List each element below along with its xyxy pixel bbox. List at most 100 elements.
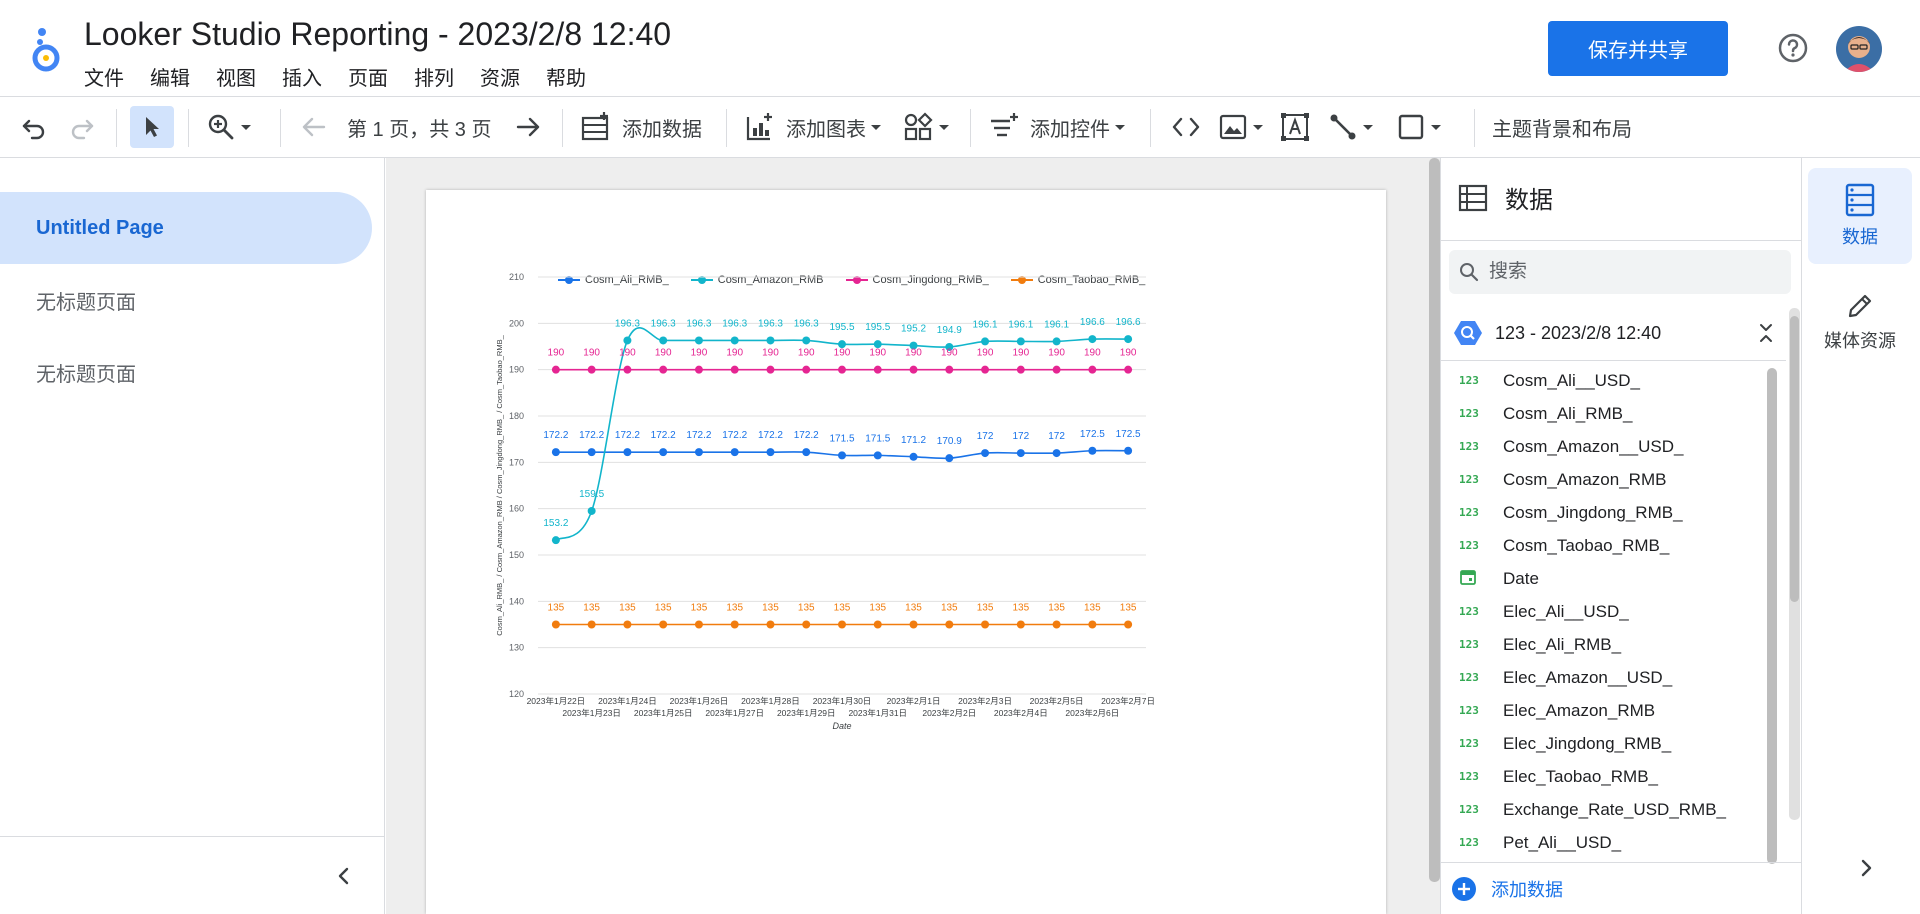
- data-label: 195.2: [901, 324, 926, 335]
- add-data-toolbar-label: 添加数据: [622, 118, 702, 141]
- canvas-vertical-scrollbar[interactable]: [1429, 158, 1440, 882]
- data-point: [802, 620, 811, 629]
- insert-line-button[interactable]: [1328, 97, 1378, 157]
- x-axis-title: Date: [832, 721, 851, 731]
- data-label: 135: [762, 603, 779, 614]
- menu-insert[interactable]: 插入: [282, 62, 322, 91]
- menu-edit[interactable]: 编辑: [150, 62, 190, 91]
- theme-and-layout-button[interactable]: 主题背景和布局: [1492, 97, 1632, 157]
- field-search-box[interactable]: [1449, 250, 1791, 294]
- rail-media-button[interactable]: 媒体资源: [1808, 274, 1912, 370]
- data-panel-scrollbar-thumb[interactable]: [1790, 316, 1799, 602]
- menu-page[interactable]: 页面: [348, 62, 388, 91]
- embed-url-button[interactable]: [1170, 97, 1202, 157]
- field-item[interactable]: 123 Cosm_Ali_RMB_: [1441, 397, 1771, 430]
- canvas-scrollbar-thumb[interactable]: [1429, 158, 1440, 882]
- data-point: [838, 365, 846, 374]
- insert-image-button[interactable]: [1218, 97, 1268, 157]
- expand-panel-chevron-right-icon[interactable]: [1854, 856, 1878, 880]
- data-label: 190: [941, 348, 958, 359]
- time-series-chart[interactable]: 120 130 140 150 160 170 180 190 200 210 2023年1月22日…: [426, 190, 1386, 914]
- data-point: [587, 365, 596, 374]
- y-tick-label: 170: [509, 457, 524, 467]
- menu-view[interactable]: 视图: [216, 62, 256, 91]
- community-visualizations-button[interactable]: [902, 97, 954, 157]
- data-point: [838, 620, 846, 629]
- field-item[interactable]: 123 Cosm_Amazon__USD_: [1441, 430, 1771, 463]
- insert-shape-button[interactable]: [1396, 97, 1446, 157]
- page-item-1[interactable]: Untitled Page: [0, 192, 372, 264]
- insert-text-button[interactable]: [1280, 97, 1310, 157]
- field-item[interactable]: 123 Elec_Ali_RMB_: [1441, 628, 1771, 661]
- user-avatar[interactable]: [1836, 26, 1882, 72]
- field-item[interactable]: 123 Exchange_Rate_USD_RMB_: [1441, 793, 1771, 826]
- collapse-panel-chevron-left-icon[interactable]: [332, 864, 356, 888]
- data-point: [766, 336, 775, 345]
- menu-resource[interactable]: 资源: [480, 62, 520, 91]
- avatar-image-icon: [1836, 26, 1882, 72]
- data-point: [730, 448, 739, 457]
- rail-data-button[interactable]: 数据: [1808, 168, 1912, 264]
- data-label: 196.3: [686, 318, 711, 329]
- add-data-panel-button[interactable]: 添加数据: [1441, 862, 1801, 914]
- add-chart-button[interactable]: 添加图表: [744, 97, 886, 157]
- page-item-3[interactable]: 无标题页面: [0, 336, 372, 408]
- data-point: [1124, 446, 1133, 455]
- data-label: 172.2: [722, 430, 747, 441]
- data-label: 196.3: [758, 318, 783, 329]
- zoom-button[interactable]: [206, 97, 256, 157]
- data-point: [981, 365, 990, 374]
- data-label: 172.5: [1080, 429, 1105, 440]
- menu-arrange[interactable]: 排列: [414, 62, 454, 91]
- dropdown-caret-icon: [939, 125, 949, 130]
- arrow-left-icon: [302, 117, 326, 137]
- save-and-share-button[interactable]: 保存并共享: [1548, 21, 1728, 76]
- collapse-source-icon[interactable]: [1755, 322, 1777, 344]
- y-tick-label: 160: [509, 504, 524, 514]
- field-item[interactable]: 123 Elec_Jingdong_RMB_: [1441, 727, 1771, 760]
- field-item[interactable]: Date: [1441, 562, 1771, 595]
- field-item[interactable]: 123 Pet_Ali__USD_: [1441, 826, 1771, 859]
- x-tick-label: 2023年2月2日: [922, 708, 976, 718]
- field-item[interactable]: 123 Cosm_Taobao_RMB_: [1441, 529, 1771, 562]
- data-label: 190: [726, 348, 743, 359]
- field-name: Elec_Ali__USD_: [1503, 601, 1629, 621]
- data-label: 171.5: [865, 433, 890, 444]
- add-chart-icon: [746, 113, 772, 141]
- previous-page-button[interactable]: [300, 97, 328, 157]
- next-page-button[interactable]: [514, 97, 542, 157]
- menu-file[interactable]: 文件: [84, 62, 124, 91]
- data-point: [1088, 365, 1097, 374]
- add-data-toolbar-button[interactable]: 添加数据: [580, 97, 702, 157]
- menu-help[interactable]: 帮助: [546, 62, 586, 91]
- report-page[interactable]: Cosm_Ali_RMB_ Cosm_Amazon_RMB Cosm_Jingd…: [426, 190, 1386, 914]
- redo-icon: [71, 119, 94, 140]
- data-panel-scrollbar[interactable]: [1789, 308, 1800, 820]
- field-list-scrollbar[interactable]: [1767, 368, 1777, 864]
- field-name: Cosm_Taobao_RMB_: [1503, 535, 1670, 555]
- data-label: 135: [1012, 603, 1029, 614]
- field-item[interactable]: 123 Elec_Amazon__USD_: [1441, 661, 1771, 694]
- field-item[interactable]: 123 Cosm_Amazon_RMB: [1441, 463, 1771, 496]
- x-tick-label: 2023年1月31日: [848, 708, 907, 718]
- data-source-header[interactable]: 123 - 2023/2/8 12:40: [1453, 318, 1793, 348]
- looker-studio-logo-icon[interactable]: [30, 26, 64, 72]
- right-side-rail: 数据 媒体资源: [1802, 158, 1920, 914]
- data-label: 171.5: [829, 433, 854, 444]
- redo-button[interactable]: [68, 97, 96, 157]
- report-title[interactable]: Looker Studio Reporting - 2023/2/8 12:40: [84, 16, 671, 53]
- field-item[interactable]: 123 Elec_Amazon_RMB: [1441, 694, 1771, 727]
- source-divider: [1441, 360, 1786, 361]
- add-control-button[interactable]: 添加控件: [988, 97, 1130, 157]
- field-search-input[interactable]: [1489, 261, 1769, 283]
- field-item[interactable]: 123 Cosm_Jingdong_RMB_: [1441, 496, 1771, 529]
- x-tick-label: 2023年2月6日: [1065, 708, 1119, 718]
- select-tool-button[interactable]: [130, 106, 174, 148]
- field-item[interactable]: 123 Elec_Ali__USD_: [1441, 595, 1771, 628]
- field-item[interactable]: 123 Cosm_Ali__USD_: [1441, 364, 1771, 397]
- field-item[interactable]: 123 Elec_Taobao_RMB_: [1441, 760, 1771, 793]
- help-icon[interactable]: [1777, 32, 1809, 64]
- undo-button[interactable]: [20, 97, 48, 157]
- page-item-2[interactable]: 无标题页面: [0, 264, 372, 336]
- dropdown-caret-icon: [1431, 125, 1441, 130]
